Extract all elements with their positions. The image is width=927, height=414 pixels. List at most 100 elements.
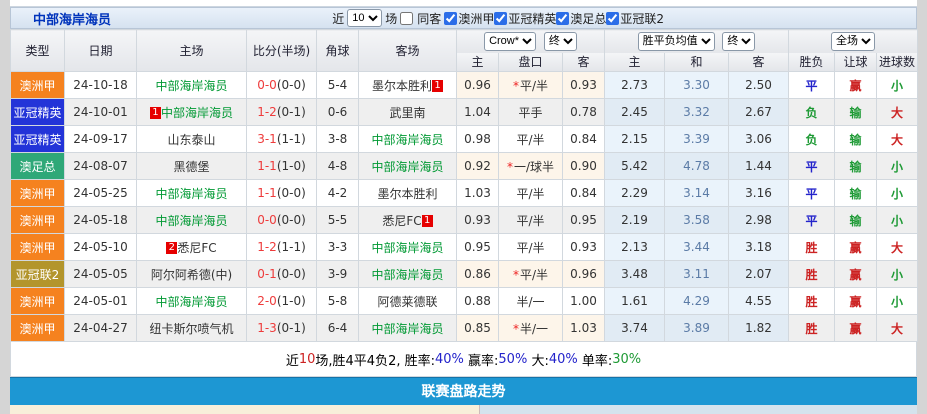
away-team: 武里南: [359, 99, 457, 126]
score-cell: 2-0(1-0): [247, 288, 317, 315]
result-handicap: 输: [835, 153, 877, 180]
result-handicap: 赢: [835, 288, 877, 315]
final-select-2[interactable]: 终: [722, 32, 755, 51]
result-goals: 小: [877, 180, 918, 207]
summary-segment: 单率:: [578, 350, 613, 369]
league-checkbox[interactable]: [606, 12, 619, 25]
away-team: 墨尔本胜利1: [359, 72, 457, 99]
handicap-line: *平/半: [499, 261, 563, 288]
result-goals: 小: [877, 288, 918, 315]
red-card-badge: 2: [166, 242, 177, 254]
scope-select[interactable]: 全场: [831, 32, 875, 51]
match-date: 24-08-07: [65, 153, 137, 180]
home-team-name: 悉尼FC: [177, 241, 216, 255]
handicap-line: 平/半: [499, 180, 563, 207]
corner-score: 3-8: [317, 126, 359, 153]
league-type-badge: 澳洲甲: [11, 315, 65, 342]
avg-odds-draw: 3.44: [665, 234, 729, 261]
handicap-odds-away: 1.03: [563, 315, 605, 342]
avg-odds-home: 2.73: [605, 72, 665, 99]
table-header: 类型 日期 主场 比分(半场) 角球 客场 Crow* 终 胜平负均值 终: [11, 30, 918, 72]
page: 中部海岸海员 近 10 场 同客 澳洲甲亚冠精英澳足总亚冠联2 类型 日期: [0, 0, 927, 413]
corner-score: 4-8: [317, 153, 359, 180]
handicap-text: 平/半: [516, 214, 544, 228]
avg-odds-draw: 3.89: [665, 315, 729, 342]
table-row: 澳洲甲 24-05-25 中部海岸海员 1-1(0-0) 4-2 墨尔本胜利 1…: [11, 180, 918, 207]
scope-header: 全场: [789, 30, 918, 53]
final-select-1[interactable]: 终: [544, 32, 577, 51]
away-team-name: 中部海岸海员: [371, 322, 443, 336]
table-row: 亚冠联2 24-05-05 阿尔阿希德(中) 0-1(0-0) 3-9 中部海岸…: [11, 261, 918, 288]
handicap-line: 平/半: [499, 207, 563, 234]
home-team-name: 中部海岸海员: [155, 79, 227, 93]
away-team: 墨尔本胜利: [359, 180, 457, 207]
match-date: 24-10-18: [65, 72, 137, 99]
match-date: 24-04-27: [65, 315, 137, 342]
summary-segment: 大:: [527, 350, 549, 369]
home-team-name: 中部海岸海员: [155, 214, 227, 228]
col-handicap: 盘口: [499, 53, 563, 72]
league-checkbox[interactable]: [494, 12, 507, 25]
avg-odds-away: 2.98: [729, 207, 789, 234]
match-date: 24-05-10: [65, 234, 137, 261]
halftime-score: (0-0): [277, 213, 306, 227]
corner-score: 3-9: [317, 261, 359, 288]
home-team-name: 纽卡斯尔喷气机: [149, 322, 233, 336]
avg-odds-draw: 4.29: [665, 288, 729, 315]
handicap-line: 平手: [499, 99, 563, 126]
handicap-odds-home: 0.98: [457, 126, 499, 153]
avg-odds-home: 5.42: [605, 153, 665, 180]
table-row: 澳洲甲 24-10-18 中部海岸海员 0-0(0-0) 5-4 墨尔本胜利1 …: [11, 72, 918, 99]
away-team-name: 悉尼FC: [382, 214, 421, 228]
avg-header: 胜平负均值 终: [605, 30, 789, 53]
league-trend-button[interactable]: 联赛盘路走势: [10, 377, 917, 405]
score-cell: 3-1(1-1): [247, 126, 317, 153]
avg-odds-home: 3.48: [605, 261, 665, 288]
result-goals: 大: [877, 315, 918, 342]
avg-odds-home: 2.13: [605, 234, 665, 261]
home-team: 中部海岸海员: [137, 207, 247, 234]
avg-odds-away: 3.16: [729, 180, 789, 207]
corner-score: 5-8: [317, 288, 359, 315]
handicap-text: 平/半: [516, 241, 544, 255]
score-cell: 1-3(0-1): [247, 315, 317, 342]
result-goals: 小: [877, 153, 918, 180]
home-team-name: 中部海岸海员: [155, 187, 227, 201]
result-goals: 小: [877, 261, 918, 288]
match-date: 24-09-17: [65, 126, 137, 153]
table-row: 澳洲甲 24-05-10 2悉尼FC 1-2(1-1) 3-3 中部海岸海员 0…: [11, 234, 918, 261]
same-away-checkbox[interactable]: [400, 12, 413, 25]
table-row: 澳洲甲 24-05-01 中部海岸海员 2-0(1-0) 5-8 阿德莱德联 0…: [11, 288, 918, 315]
fulltime-score: 3-1: [257, 132, 277, 146]
league-checkbox[interactable]: [556, 12, 569, 25]
recent-count-select[interactable]: 10: [347, 9, 382, 27]
halftime-score: (0-1): [277, 105, 306, 119]
home-team: 山东泰山: [137, 126, 247, 153]
handicap-odds-home: 0.96: [457, 72, 499, 99]
away-team-name: 中部海岸海员: [371, 160, 443, 174]
halftime-score: (1-1): [277, 132, 306, 146]
match-date: 24-05-25: [65, 180, 137, 207]
avg-odds-home: 2.45: [605, 99, 665, 126]
away-team-name: 中部海岸海员: [371, 133, 443, 147]
home-team-name: 山东泰山: [167, 133, 215, 147]
league-checkbox-label: 澳足总: [570, 12, 606, 26]
league-checkbox[interactable]: [444, 12, 457, 25]
handicap-line: 平/半: [499, 126, 563, 153]
fulltime-score: 2-0: [257, 294, 277, 308]
avg-odds-draw: 3.32: [665, 99, 729, 126]
avg-odds-away: 4.55: [729, 288, 789, 315]
avg-odds-select[interactable]: 胜平负均值: [638, 32, 715, 51]
away-team: 中部海岸海员: [359, 261, 457, 288]
table-row: 澳洲甲 24-04-27 纽卡斯尔喷气机 1-3(0-1) 6-4 中部海岸海员…: [11, 315, 918, 342]
result-handicap: 赢: [835, 315, 877, 342]
away-team: 中部海岸海员: [359, 234, 457, 261]
col-avg-home: 主: [605, 53, 665, 72]
col-handicap-result: 让球: [835, 53, 877, 72]
bookmaker-select[interactable]: Crow*: [484, 32, 536, 51]
summary-segment: 赢率:: [464, 350, 499, 369]
home-team: 纽卡斯尔喷气机: [137, 315, 247, 342]
match-date: 24-10-01: [65, 99, 137, 126]
col-odds-away: 客: [563, 53, 605, 72]
away-team-name: 墨尔本胜利: [372, 79, 432, 93]
